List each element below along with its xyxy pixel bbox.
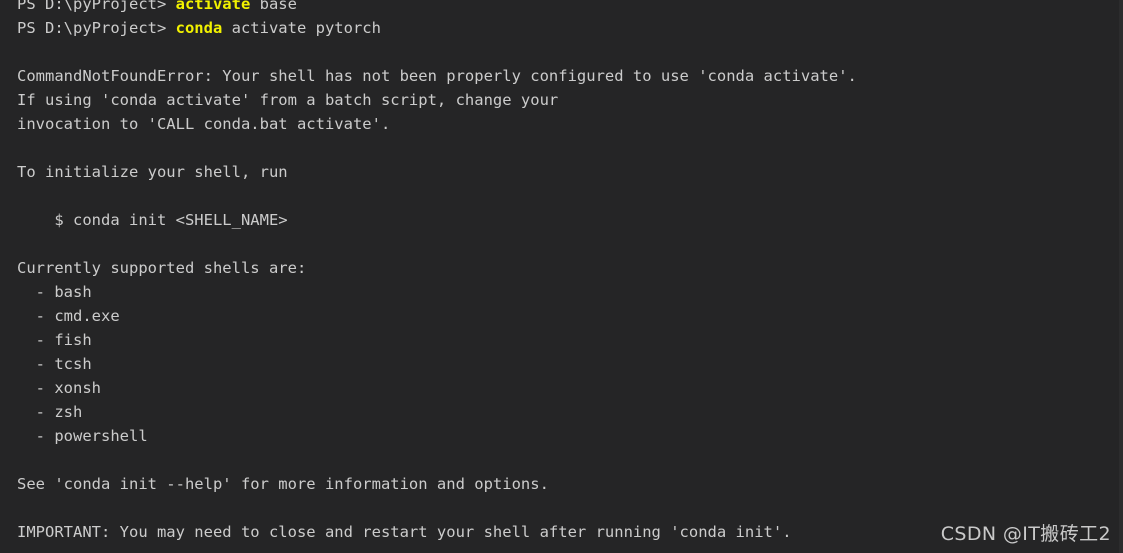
line-important-text: IMPORTANT: You may need to close and res… [17,523,792,541]
line-shell-zsh-text: - zsh [17,403,83,421]
line-shell-tcsh-text: - tcsh [17,355,92,373]
line-shell-zsh: - zsh [17,400,857,424]
csdn-watermark: CSDN @IT搬砖工2 [940,523,1111,545]
line-error-body-2: invocation to 'CALL conda.bat activate'. [17,112,857,136]
line-prompt-args: activate pytorch [222,19,381,37]
line-shell-bash-text: - bash [17,283,92,301]
line-shell-powershell-text: - powershell [17,427,148,445]
line-shell-tcsh: - tcsh [17,352,857,376]
line-prompt-prompt: PS D:\pyProject> [17,19,176,37]
line-blank-2 [17,136,857,160]
line-blank-3 [17,184,857,208]
line-shell-fish: - fish [17,328,857,352]
line-init-command: $ conda init <SHELL_NAME> [17,208,857,232]
line-shell-cmdexe-text: - cmd.exe [17,307,120,325]
line-prompt-command: conda [175,19,223,37]
line-shell-fish-text: - fish [17,331,92,349]
line-see-help-text: See 'conda init --help' for more informa… [17,475,549,493]
console-output[interactable]: PS D:\pyProject> activate base PS D:\pyPr… [17,0,857,544]
line-prompt: PS D:\pyProject> conda activate pytorch [17,16,857,40]
line-important: IMPORTANT: You may need to close and res… [17,520,857,544]
terminal-scrollbar[interactable] [1119,0,1123,553]
line-blank-6 [17,496,857,520]
line-init-instruction-text: To initialize your shell, run [17,163,288,181]
line-shells-header-text: Currently supported shells are: [17,259,307,277]
line-shell-cmdexe: - cmd.exe [17,304,857,328]
line-see-help: See 'conda init --help' for more informa… [17,472,857,496]
line-blank-1 [17,40,857,64]
line-init-command-text: $ conda init <SHELL_NAME> [17,211,288,229]
line-prev-prompt-args: base [250,0,297,13]
line-error-body-1-text: If using 'conda activate' from a batch s… [17,91,559,109]
line-prev-prompt: PS D:\pyProject> activate base [17,0,857,16]
line-init-instruction: To initialize your shell, run [17,160,857,184]
line-blank-4 [17,232,857,256]
line-shell-powershell: - powershell [17,424,857,448]
line-error-body-1: If using 'conda activate' from a batch s… [17,88,857,112]
line-shell-xonsh-text: - xonsh [17,379,101,397]
line-error-body-2-text: invocation to 'CALL conda.bat activate'. [17,115,391,133]
line-error-title-text: CommandNotFoundError: Your shell has not… [17,67,857,85]
line-shells-header: Currently supported shells are: [17,256,857,280]
line-error-title: CommandNotFoundError: Your shell has not… [17,64,857,88]
line-prev-prompt-prompt: PS D:\pyProject> [17,0,176,13]
line-shell-bash: - bash [17,280,857,304]
line-prev-prompt-command: activate [175,0,251,13]
terminal-window[interactable]: PS D:\pyProject> activate base PS D:\pyPr… [0,0,1123,553]
line-blank-5 [17,448,857,472]
line-shell-xonsh: - xonsh [17,376,857,400]
